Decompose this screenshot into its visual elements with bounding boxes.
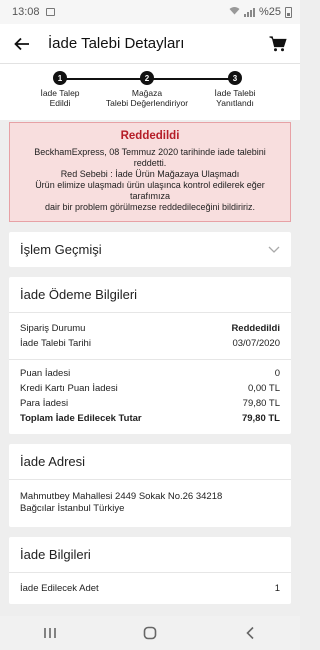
app-bar: İade Talebi Detayları bbox=[0, 24, 300, 64]
step-label: İade Talep Edildi bbox=[40, 88, 80, 108]
qty-row: İade Edilecek Adet 1 bbox=[20, 583, 280, 594]
cc-points-row: Kredi Kartı Puan İadesi 0,00 TL bbox=[20, 383, 280, 394]
wifi-icon bbox=[229, 6, 240, 18]
battery-icon bbox=[285, 6, 292, 18]
step-label: İade Talebi Yanıtlandı bbox=[214, 88, 256, 108]
alert-line: BeckhamExpress, 08 Temmuz 2020 tarihinde… bbox=[34, 147, 266, 157]
page-title: İade Talebi Detayları bbox=[48, 35, 185, 52]
signal-icon bbox=[243, 7, 255, 17]
battery-percent: %25 bbox=[258, 6, 281, 18]
money-refund-row: Para İadesi 79,80 TL bbox=[20, 398, 280, 409]
cart-icon[interactable] bbox=[266, 35, 290, 52]
step-number: 3 bbox=[228, 71, 242, 85]
info-title: İade Bilgileri bbox=[9, 537, 291, 573]
alert-title: Reddedildi bbox=[120, 130, 180, 142]
recents-icon[interactable] bbox=[30, 619, 70, 647]
back-arrow-icon[interactable] bbox=[10, 37, 34, 51]
address-title: İade Adresi bbox=[9, 444, 291, 480]
status-time: 13:08 bbox=[12, 6, 40, 18]
alert-line: dair bir problem görülmezse reddedileceğ… bbox=[44, 202, 256, 212]
alert-line: Red Sebebi : İade Ürün Mağazaya Ulaşmadı bbox=[60, 169, 240, 179]
history-card[interactable]: İşlem Geçmişi bbox=[9, 232, 291, 267]
history-header[interactable]: İşlem Geçmişi bbox=[9, 232, 291, 267]
order-status-value: Reddedildi bbox=[231, 323, 280, 334]
alert-line: Ürün elimize ulaşmadı ürün ulaşınca kont… bbox=[35, 180, 265, 190]
info-card: İade Bilgileri İade Edilecek Adet 1 bbox=[9, 537, 291, 604]
history-title: İşlem Geçmişi bbox=[20, 242, 102, 257]
progress-stepper: 1 İade Talep Edildi 2 Mağaza Talebi Değerl… bbox=[0, 64, 300, 120]
step-number: 2 bbox=[140, 71, 154, 85]
request-date-value: 03/07/2020 bbox=[232, 338, 280, 349]
step-answered: 3 İade Talebi Yanıtlandı bbox=[185, 71, 285, 108]
rejection-alert: Reddedildi BeckhamExpress, 08 Temmuz 202… bbox=[9, 122, 291, 222]
gallery-icon bbox=[45, 8, 55, 16]
home-icon[interactable] bbox=[130, 619, 170, 647]
alert-line: reddetti. bbox=[133, 158, 167, 168]
total-refund-row: Toplam İade Edilecek Tutar 79,80 TL bbox=[20, 413, 280, 424]
status-bar: 13:08 %25 bbox=[0, 0, 300, 24]
scroll-content[interactable]: Reddedildi BeckhamExpress, 08 Temmuz 202… bbox=[0, 120, 300, 616]
points-row: Puan İadesi 0 bbox=[20, 368, 280, 379]
order-status-row: Sipariş Durumu Reddedildi bbox=[20, 323, 280, 334]
step-number: 1 bbox=[53, 71, 67, 85]
payment-card: İade Ödeme Bilgileri Sipariş Durumu Redd… bbox=[9, 277, 291, 434]
alert-line: tarafımıza bbox=[129, 191, 170, 201]
step-requested: 1 İade Talep Edildi bbox=[10, 71, 110, 108]
step-label: Mağaza Talebi Değerlendiriyor bbox=[105, 88, 189, 108]
system-nav-bar bbox=[0, 616, 300, 650]
address-text: Mahmutbey Mahallesi 2449 Sokak No.26 342… bbox=[20, 491, 223, 514]
chevron-down-icon[interactable] bbox=[268, 246, 280, 253]
request-date-row: İade Talebi Tarihi 03/07/2020 bbox=[20, 338, 280, 349]
address-card: İade Adresi Mahmutbey Mahallesi 2449 Sok… bbox=[9, 444, 291, 527]
step-evaluating: 2 Mağaza Talebi Değerlendiriyor bbox=[97, 71, 197, 108]
back-nav-icon[interactable] bbox=[230, 619, 270, 647]
payment-title: İade Ödeme Bilgileri bbox=[9, 277, 291, 313]
